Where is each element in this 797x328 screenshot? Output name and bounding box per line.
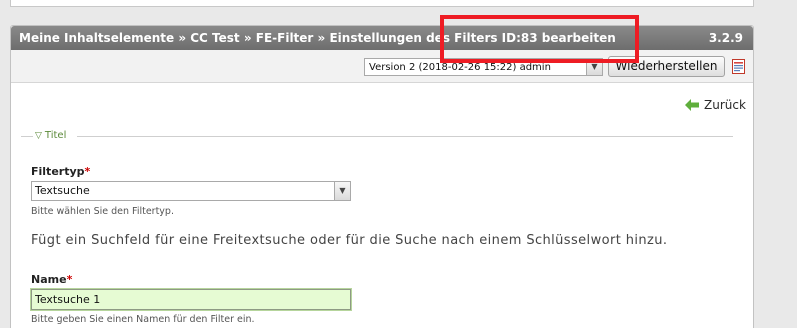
required-marker: *	[84, 165, 91, 178]
filter-settings-panel: Meine Inhaltselemente » CC Test » FE-Fil…	[10, 25, 754, 328]
filtertype-select[interactable]: Textsuche ▼	[31, 181, 351, 201]
triangle-down-icon: ▽	[35, 130, 42, 141]
name-label-text: Name	[31, 273, 67, 286]
page-root: Meine Inhaltselemente » CC Test » FE-Fil…	[0, 0, 797, 328]
name-hint: Bitte geben Sie einen Namen für den Filt…	[31, 314, 255, 325]
name-input[interactable]	[31, 289, 351, 310]
arrow-left-icon	[685, 99, 699, 111]
filtertype-hint: Bitte wählen Sie den Filtertyp.	[31, 206, 174, 217]
required-marker: *	[66, 273, 73, 286]
fieldset-divider-left	[21, 136, 33, 137]
name-label: Name*	[31, 273, 72, 286]
breadcrumb: Meine Inhaltselemente » CC Test » FE-Fil…	[19, 31, 616, 45]
filtertype-label: Filtertyp*	[31, 165, 90, 178]
back-link-label: Zurück	[704, 98, 746, 112]
fieldset-legend-label: Titel	[44, 130, 67, 141]
filtertype-description: Fügt ein Suchfeld für eine Freitextsuche…	[31, 233, 668, 248]
back-link[interactable]: Zurück	[685, 98, 746, 112]
filtertype-select-value: Textsuche	[35, 184, 90, 197]
version-number: 3.2.9	[708, 31, 743, 45]
chevron-down-icon[interactable]: ▼	[586, 59, 602, 75]
panel-header: Meine Inhaltselemente » CC Test » FE-Fil…	[11, 26, 753, 50]
restore-button[interactable]: Wiederherstellen	[608, 56, 725, 77]
version-select[interactable]: Version 2 (2018-02-26 15:22) admin ▼	[364, 58, 603, 76]
version-toolbar: Version 2 (2018-02-26 15:22) admin ▼ Wie…	[11, 50, 753, 83]
version-select-value: Version 2 (2018-02-26 15:22) admin	[369, 62, 551, 73]
document-icon[interactable]	[732, 59, 745, 74]
fieldset-legend[interactable]: ▽ Titel	[35, 130, 66, 141]
chevron-down-icon[interactable]: ▼	[334, 182, 350, 200]
previous-panel-edge	[10, 0, 754, 7]
filtertype-label-text: Filtertyp	[31, 165, 85, 178]
fieldset-divider-right	[77, 136, 733, 137]
